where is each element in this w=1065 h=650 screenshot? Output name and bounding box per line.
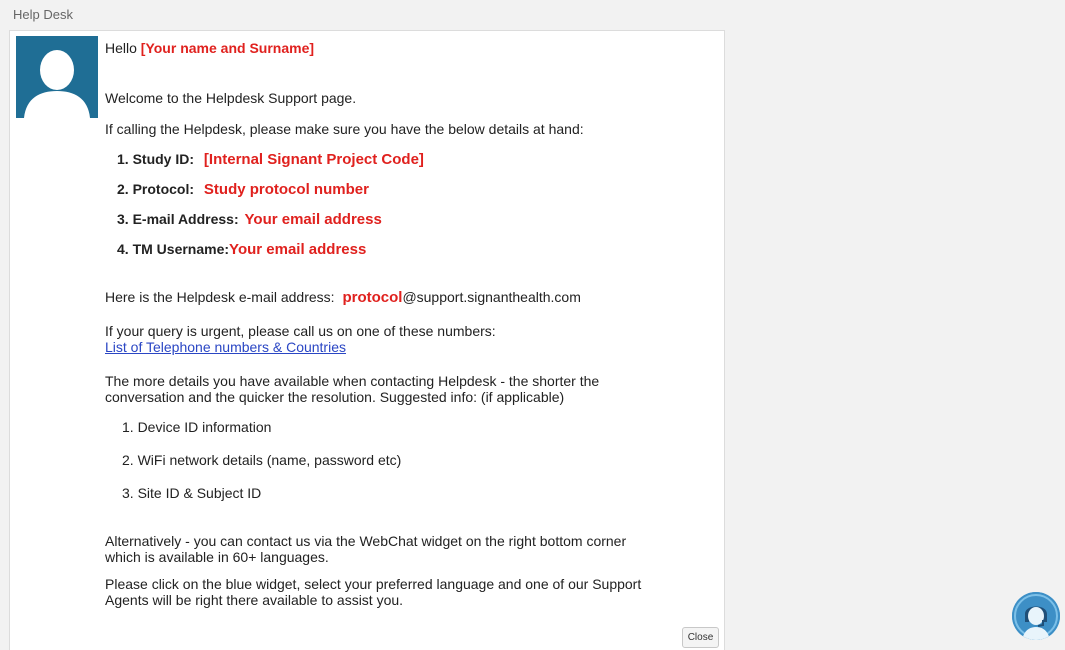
urgent-block: If your query is urgent, please call us … bbox=[105, 323, 496, 355]
suggested-item: 2. WiFi network details (name, password … bbox=[122, 452, 402, 468]
detail-label: 1. Study ID: bbox=[117, 151, 195, 167]
window-titlebar: Help Desk bbox=[0, 0, 1065, 30]
greeting-line: Hello [Your name and Surname] bbox=[105, 40, 314, 56]
click-info-line: Please click on the blue widget, select … bbox=[105, 576, 642, 592]
detail-value: Your email address bbox=[244, 211, 382, 228]
detail-label: 4. TM Username: bbox=[117, 241, 230, 257]
help-desk-dialog: Hello [Your name and Surname] Welcome to… bbox=[9, 30, 725, 650]
email-protocol: protocol bbox=[342, 289, 403, 306]
email-prefix: Here is the Helpdesk e-mail address: bbox=[105, 289, 335, 305]
more-details-line: conversation and the quicker the resolut… bbox=[105, 389, 565, 405]
user-avatar-icon bbox=[16, 36, 98, 118]
close-button[interactable]: Close bbox=[682, 627, 719, 648]
alternative-line: Alternatively - you can contact us via t… bbox=[105, 533, 627, 549]
email-domain: @support.signanthealth.com bbox=[402, 289, 581, 305]
detail-item: 1. Study ID: [Internal Signant Project C… bbox=[117, 151, 424, 168]
support-agent-chat-icon[interactable] bbox=[1012, 592, 1060, 640]
detail-label: 3. E-mail Address: bbox=[117, 211, 239, 227]
click-info-line: Agents will be right there available to … bbox=[105, 592, 404, 608]
window-title: Help Desk bbox=[13, 7, 73, 22]
suggested-item: 3. Site ID & Subject ID bbox=[122, 485, 262, 501]
alternative-line: which is available in 60+ languages. bbox=[105, 549, 329, 565]
click-info-text: Please click on the blue widget, select … bbox=[105, 576, 641, 608]
detail-item: 4. TM Username:Your email address bbox=[117, 241, 366, 258]
greeting-hello: Hello bbox=[105, 40, 137, 56]
calling-intro-text: If calling the Helpdesk, please make sur… bbox=[105, 121, 584, 137]
more-details-line: The more details you have available when… bbox=[105, 373, 600, 389]
helpdesk-email-line: Here is the Helpdesk e-mail address: pro… bbox=[105, 289, 581, 306]
alternative-text: Alternatively - you can contact us via t… bbox=[105, 533, 626, 565]
detail-value: Your email address bbox=[229, 241, 367, 258]
detail-value: Study protocol number bbox=[203, 181, 369, 198]
welcome-text: Welcome to the Helpdesk Support page. bbox=[105, 90, 357, 106]
detail-value: [Internal Signant Project Code] bbox=[203, 151, 424, 168]
detail-label: 2. Protocol: bbox=[117, 181, 195, 197]
detail-item: 3. E-mail Address: Your email address bbox=[117, 211, 382, 228]
name-placeholder: [Your name and Surname] bbox=[140, 40, 315, 56]
telephone-numbers-link[interactable]: List of Telephone numbers & Countries bbox=[105, 339, 346, 355]
urgent-text: If your query is urgent, please call us … bbox=[105, 323, 496, 339]
more-details-text: The more details you have available when… bbox=[105, 373, 599, 405]
detail-item: 2. Protocol: Study protocol number bbox=[117, 181, 369, 198]
suggested-item: 1. Device ID information bbox=[122, 419, 272, 435]
